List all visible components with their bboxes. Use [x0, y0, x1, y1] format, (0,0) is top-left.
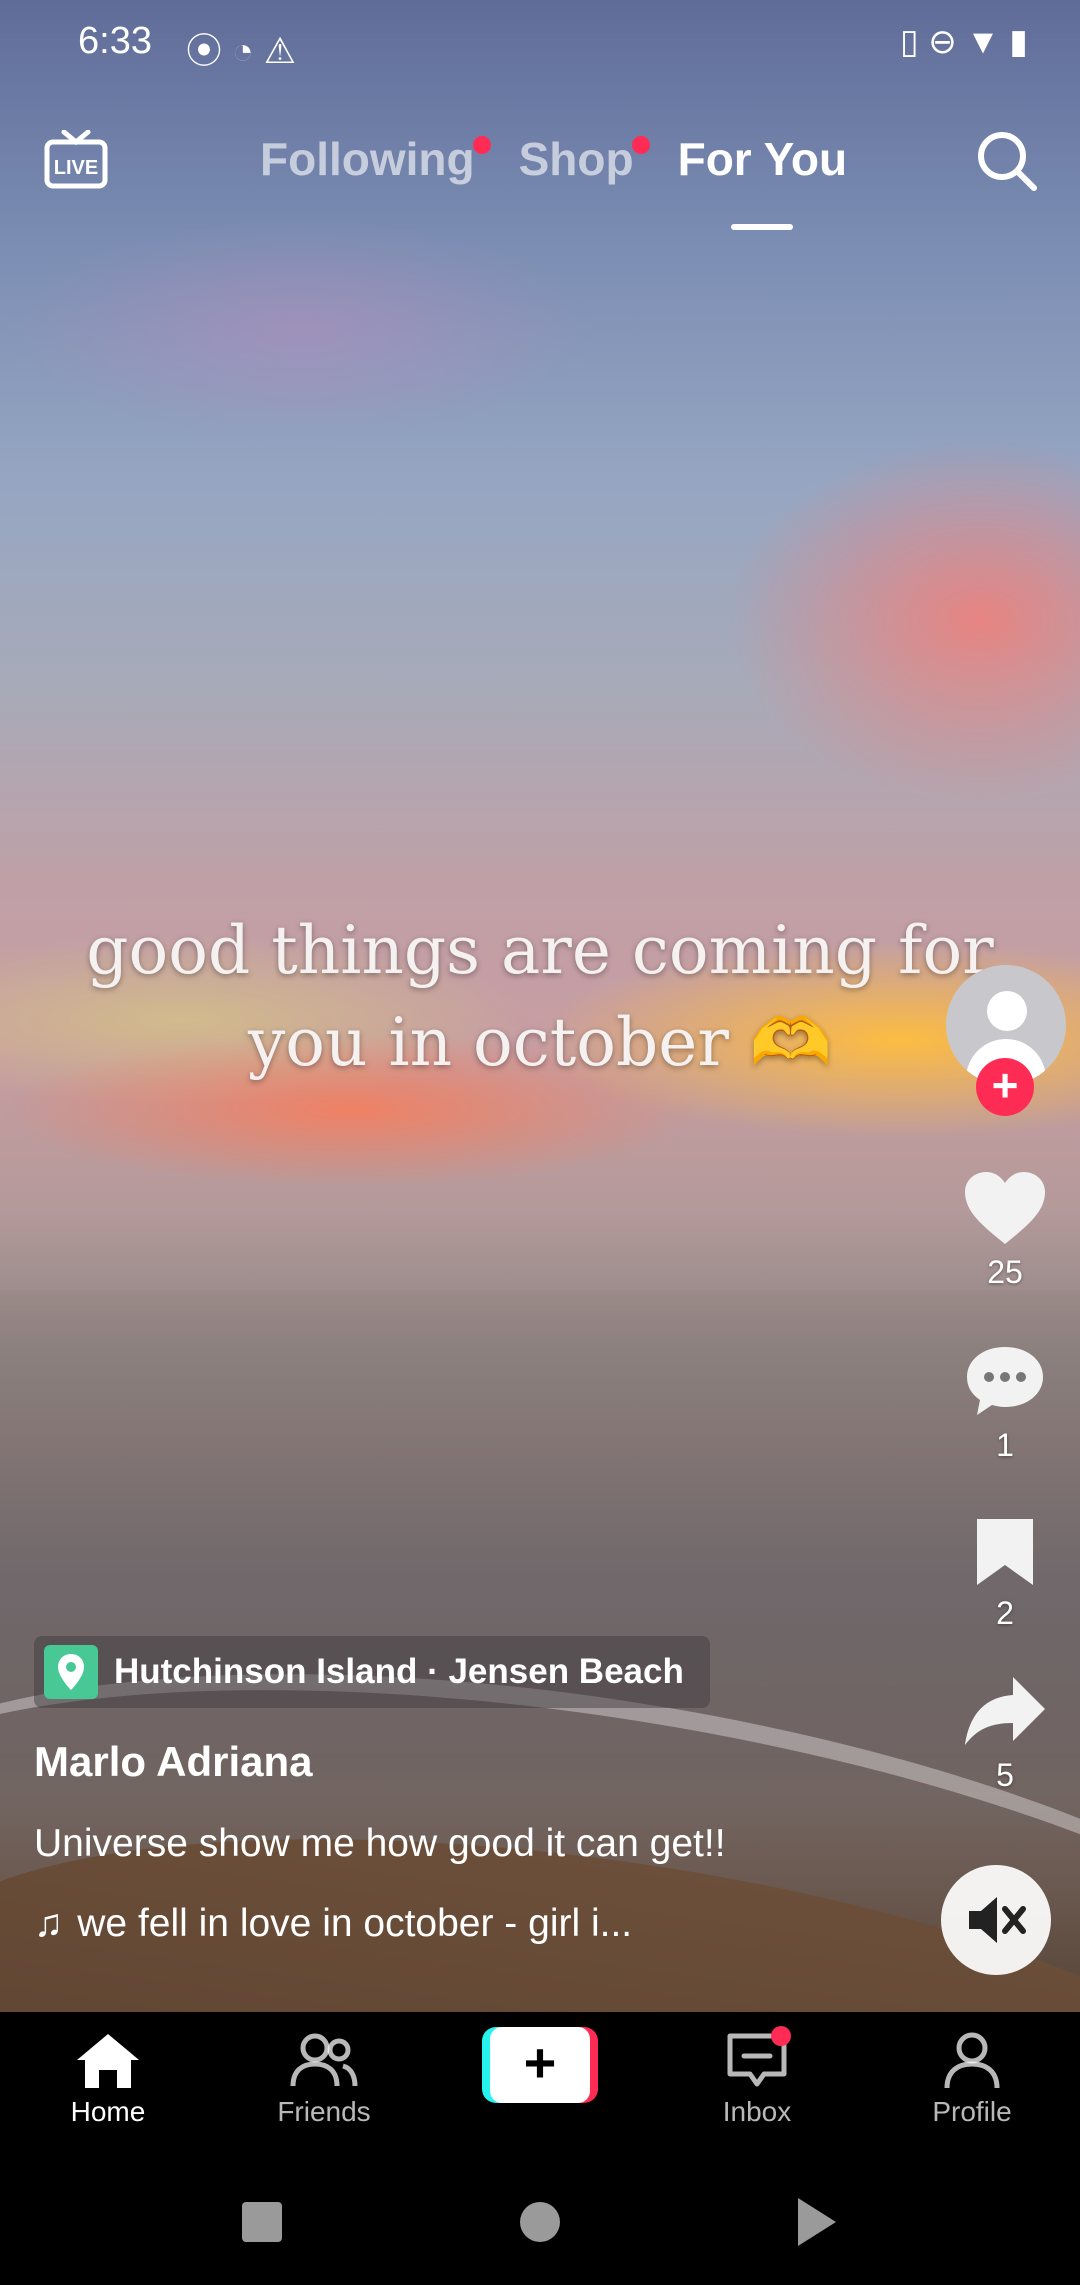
- tab-following-dot: [472, 136, 491, 154]
- share-arrow-icon: [965, 1677, 1045, 1745]
- nav-profile-label: Profile: [932, 2096, 1012, 2127]
- share-button[interactable]: 5: [930, 1673, 1080, 1794]
- overlay-line-1: good things are coming for: [86, 912, 994, 989]
- nav-home-label: Home: [70, 2096, 146, 2127]
- like-button[interactable]: 25: [930, 1170, 1080, 1291]
- home-icon: [77, 2034, 139, 2088]
- music-track-label: we fell in love in october - girl i...: [77, 1902, 633, 1945]
- location-pin-icon: [44, 1645, 98, 1699]
- inbox-notification-dot: [771, 2026, 791, 2046]
- tab-for-you[interactable]: For You: [677, 132, 848, 230]
- profile-icon: [944, 2032, 1000, 2089]
- creator-username[interactable]: Marlo Adriana: [34, 1738, 313, 1786]
- recents-icon[interactable]: [242, 2202, 282, 2242]
- top-nav: LIVE Following Shop For You: [0, 120, 1080, 240]
- save-button[interactable]: 2: [930, 1515, 1080, 1632]
- plus-icon: +: [490, 2027, 590, 2103]
- search-icon[interactable]: [974, 128, 1038, 192]
- share-count: 5: [996, 1757, 1014, 1793]
- comment-icon: [967, 1347, 1043, 1415]
- overlay-line-2: you in october 🫶: [247, 1004, 833, 1081]
- comment-count: 1: [996, 1427, 1014, 1463]
- mute-button[interactable]: [941, 1865, 1051, 1975]
- battery-charging-icon: ▮: [1009, 23, 1028, 61]
- system-nav-bar: [0, 2162, 1080, 2280]
- record-icon: ⦿: [186, 30, 223, 71]
- nav-home[interactable]: Home: [18, 2030, 198, 2128]
- bookmark-icon: [977, 1519, 1033, 1585]
- nav-inbox[interactable]: Inbox: [667, 2026, 847, 2128]
- dnd-icon: ⊖: [928, 23, 957, 61]
- video-caption[interactable]: Universe show me how good it can get!!: [34, 1822, 726, 1866]
- bottom-nav: Home Friends + Inbox Profile: [0, 2012, 1080, 2162]
- tab-shop-dot: [631, 136, 650, 154]
- svg-text:LIVE: LIVE: [54, 157, 98, 179]
- friends-icon: [290, 2033, 358, 2087]
- status-time: 6:33: [78, 20, 152, 62]
- music-track[interactable]: ♫ we fell in love in october - girl i...: [34, 1902, 632, 1946]
- tab-for-you-label: For You: [677, 133, 848, 185]
- location-label: Hutchinson Island · Jensen Beach: [114, 1652, 684, 1691]
- comment-button[interactable]: 1: [930, 1343, 1080, 1464]
- status-icons-left: ⦿ ◔ ⚠: [186, 22, 296, 74]
- vibrate-icon: ▯: [900, 23, 919, 61]
- nav-inbox-label: Inbox: [722, 2096, 792, 2127]
- location-tag[interactable]: Hutchinson Island · Jensen Beach: [34, 1636, 710, 1708]
- tab-following[interactable]: Following: [260, 132, 491, 212]
- warning-icon: ⚠: [263, 30, 297, 71]
- tab-shop-label: Shop: [518, 133, 634, 185]
- wifi-icon: ▼: [966, 23, 1000, 61]
- status-bar: 6:33 ⦿ ◔ ⚠ ▯ ⊖ ▼ ▮: [0, 0, 1080, 90]
- live-tv-icon[interactable]: LIVE: [44, 130, 108, 190]
- sync-icon: ◔: [232, 30, 254, 71]
- heart-icon: [965, 1172, 1045, 1244]
- nav-friends-label: Friends: [277, 2096, 371, 2127]
- save-count: 2: [996, 1595, 1014, 1631]
- video-overlay-text: good things are coming for you in octobe…: [40, 905, 1040, 1089]
- feed-tabs: Following Shop For You: [260, 132, 848, 230]
- back-icon[interactable]: [798, 2198, 836, 2246]
- volume-muted-icon: [969, 1897, 1026, 1943]
- home-circle-icon[interactable]: [520, 2202, 560, 2242]
- tab-active-indicator: [731, 224, 794, 230]
- nav-friends[interactable]: Friends: [234, 2030, 414, 2128]
- avatar-head: [987, 991, 1027, 1031]
- create-button[interactable]: +: [482, 2027, 598, 2103]
- nav-profile[interactable]: Profile: [882, 2030, 1062, 2128]
- tab-following-label: Following: [260, 133, 475, 185]
- music-note-icon: ♫: [34, 1902, 64, 1945]
- like-count: 25: [987, 1254, 1023, 1290]
- status-icons-right: ▯ ⊖ ▼ ▮: [900, 22, 1028, 62]
- follow-button[interactable]: +: [976, 1058, 1034, 1116]
- system-nav-buttons: [242, 2198, 836, 2246]
- tab-shop[interactable]: Shop: [518, 132, 650, 212]
